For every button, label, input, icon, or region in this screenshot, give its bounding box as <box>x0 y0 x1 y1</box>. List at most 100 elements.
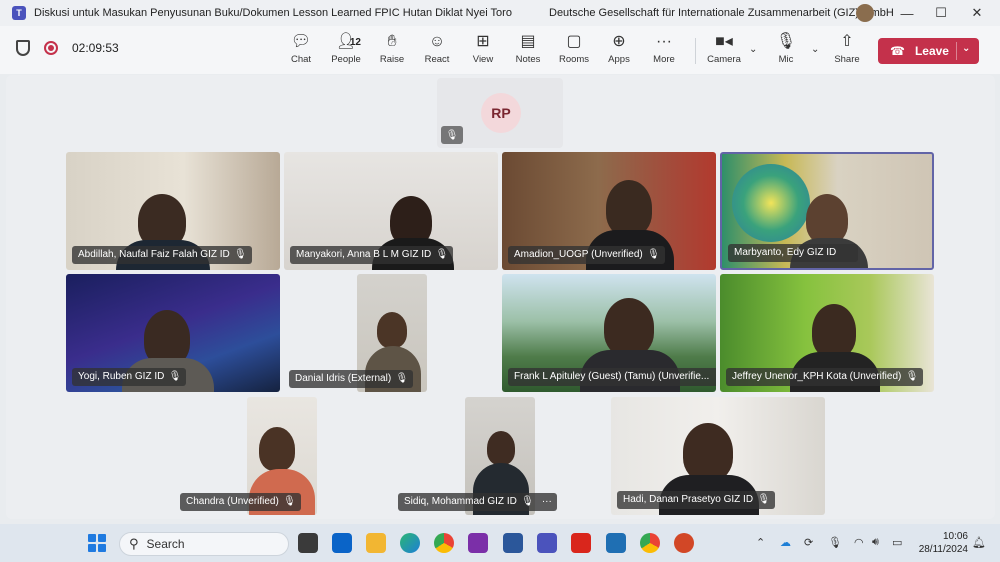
mic-in-use-icon[interactable]: 🎙︎ <box>828 536 842 549</box>
battery-icon[interactable]: ▭ <box>892 536 902 549</box>
camera-options-chevron-icon[interactable]: ⌄ <box>749 44 757 55</box>
notes-icon: ▤ <box>520 33 536 50</box>
notes-label: Notes <box>515 54 541 65</box>
volume-icon[interactable]: 🔊︎ <box>872 536 879 549</box>
notification-bell-icon[interactable]: 🔔︎ <box>972 536 986 549</box>
participant-video <box>259 427 295 471</box>
participant-video <box>487 431 515 465</box>
chat-label: Chat <box>290 54 312 65</box>
search-placeholder: Search <box>146 537 185 551</box>
participant-name: Frank L Apituley (Guest) (Tamu) (Unverif… <box>508 368 716 386</box>
windows-taskbar: ⚲ Search ⌃ ☁ ⟳ 🎙︎ ◠ 🔊︎ ▭ 10:06 28/11/202… <box>0 524 1000 562</box>
maximize-button[interactable]: ☐ <box>924 0 958 26</box>
word-icon[interactable] <box>503 533 523 553</box>
participant-label-tile: Sidiq, Mohammad GIZ ID 🎙︎ ··· <box>398 489 558 511</box>
notes-button[interactable]: ▤ Notes <box>506 32 550 70</box>
mic-options-chevron-icon[interactable]: ⌄ <box>811 44 819 55</box>
chat-button[interactable]: 💬︎ Chat <box>279 32 323 70</box>
outlook-icon[interactable] <box>332 533 352 553</box>
leave-button[interactable]: ☎︎ Leave ⌄ <box>878 38 979 64</box>
participant-name: Amadion_UOGP (Unverified) 🎙︎ <box>508 246 665 264</box>
participant-tile[interactable]: Abdillah, Naufal Faiz Falah GIZ ID 🎙︎ <box>66 152 280 270</box>
raise-hand-button[interactable]: ✋︎ Raise <box>370 32 414 70</box>
close-button[interactable]: ✕ <box>960 0 994 26</box>
leave-divider <box>956 42 957 60</box>
rooms-button[interactable]: ▢ Rooms <box>552 32 596 70</box>
recording-icon[interactable] <box>44 41 58 55</box>
camera-button[interactable]: ■◂ Camera <box>702 32 746 70</box>
mic-muted-icon: 🎙︎ <box>905 371 919 382</box>
react-button[interactable]: ☺ React <box>415 32 459 70</box>
windows-start-icon[interactable] <box>88 534 106 552</box>
mic-muted-icon: 🎙︎ <box>395 373 409 384</box>
mic-muted-icon: 🎙︎ <box>441 126 463 144</box>
onedrive-icon[interactable]: ☁ <box>780 536 791 549</box>
mic-muted-icon: 🎙︎ <box>168 371 182 382</box>
onenote-icon[interactable] <box>468 533 488 553</box>
participant-tile[interactable]: Frank L Apituley (Guest) (Tamu) (Unverif… <box>502 274 716 392</box>
participant-name: Sidiq, Mohammad GIZ ID 🎙︎ ··· <box>398 493 557 511</box>
wifi-icon[interactable]: ◠ <box>854 536 864 549</box>
participant-tile[interactable]: Manyakori, Anna B L M GIZ ID 🎙︎ <box>284 152 498 270</box>
people-button[interactable]: 👤︎ 12 People <box>324 32 368 70</box>
apps-button[interactable]: ⊕ Apps <box>597 32 641 70</box>
taskbar-clock[interactable]: 10:06 28/11/2024 <box>912 530 968 556</box>
title-bar: T Diskusi untuk Masukan Penyusunan Buku/… <box>0 0 1000 26</box>
participant-video <box>683 423 733 481</box>
people-icon: 👤︎ 12 <box>336 32 361 52</box>
mic-muted-icon: 🎙︎ <box>234 249 247 260</box>
teams-logo-icon: T <box>12 6 26 20</box>
mic-muted-icon: 🎙︎ <box>435 249 449 260</box>
participant-tile[interactable]: Yogi, Ruben GIZ ID 🎙︎ <box>66 274 280 392</box>
share-icon: ⇧ <box>840 33 854 50</box>
acrobat-icon[interactable] <box>571 533 591 553</box>
clock-date: 28/11/2024 <box>918 544 968 555</box>
avatar: RP <box>481 93 521 133</box>
leave-label: Leave <box>914 44 949 58</box>
notepad-icon[interactable] <box>606 533 626 553</box>
sync-icon[interactable]: ⟳ <box>804 536 813 549</box>
powerpoint-icon[interactable] <box>674 533 694 553</box>
mic-button[interactable]: 🎙︎ Mic <box>764 32 808 70</box>
wall-decoration <box>732 164 810 242</box>
chrome-profile-icon[interactable] <box>640 533 660 553</box>
taskbar-search-box[interactable]: ⚲ Search <box>119 532 289 556</box>
react-label: React <box>424 54 450 65</box>
participant-tile-rp[interactable]: RP 🎙︎ <box>437 78 563 148</box>
leave-options-chevron-icon[interactable]: ⌄ <box>962 43 970 54</box>
camera-icon: ■◂ <box>715 33 733 50</box>
more-button[interactable]: ··· More <box>642 32 686 70</box>
more-icon: ··· <box>656 33 672 50</box>
chrome-icon[interactable] <box>434 533 454 553</box>
shield-icon[interactable] <box>16 40 30 56</box>
organization-name[interactable]: Deutsche Gesellschaft für Internationale… <box>549 7 894 19</box>
participant-video <box>806 194 848 244</box>
participant-tile-active-speaker[interactable]: Marbyanto, Edy GIZ ID <box>720 152 934 270</box>
share-button[interactable]: ⇧ Share <box>825 32 869 70</box>
rooms-icon: ▢ <box>566 33 582 50</box>
participant-tile[interactable]: Hadi, Danan Prasetyo GIZ ID 🎙︎ <box>611 397 825 515</box>
window-title: Diskusi untuk Masukan Penyusunan Buku/Do… <box>34 7 512 19</box>
participant-label-tile: Danial Idris (External) 🎙︎ <box>289 366 429 388</box>
teams-taskbar-icon[interactable] <box>537 533 557 553</box>
participant-video <box>377 312 407 348</box>
participant-tile[interactable]: Amadion_UOGP (Unverified) 🎙︎ <box>502 152 716 270</box>
grid-icon: ⊞ <box>476 33 490 50</box>
more-label: More <box>653 54 675 65</box>
more-options-icon[interactable]: ··· <box>542 493 552 511</box>
mic-muted-icon: 🎙︎ <box>647 249 660 260</box>
account-avatar[interactable] <box>856 4 874 22</box>
file-explorer-icon[interactable] <box>366 533 386 553</box>
smile-icon: ☺ <box>428 33 446 50</box>
chevron-up-icon[interactable]: ⌃ <box>756 536 765 549</box>
participant-name: Manyakori, Anna B L M GIZ ID 🎙︎ <box>290 246 454 264</box>
participant-label-tile: Chandra (Unverified) 🎙︎ <box>180 489 320 511</box>
participant-tile[interactable]: Jeffrey Unenor_KPH Kota (Unverified) 🎙︎ <box>720 274 934 392</box>
minimize-button[interactable]: — <box>890 0 924 26</box>
participant-name: Danial Idris (External) 🎙︎ <box>289 370 414 388</box>
task-view-icon[interactable] <box>298 533 318 553</box>
view-button[interactable]: ⊞ View <box>461 32 505 70</box>
participant-video <box>812 304 856 358</box>
edge-icon[interactable] <box>400 533 420 553</box>
rooms-label: Rooms <box>558 54 590 65</box>
